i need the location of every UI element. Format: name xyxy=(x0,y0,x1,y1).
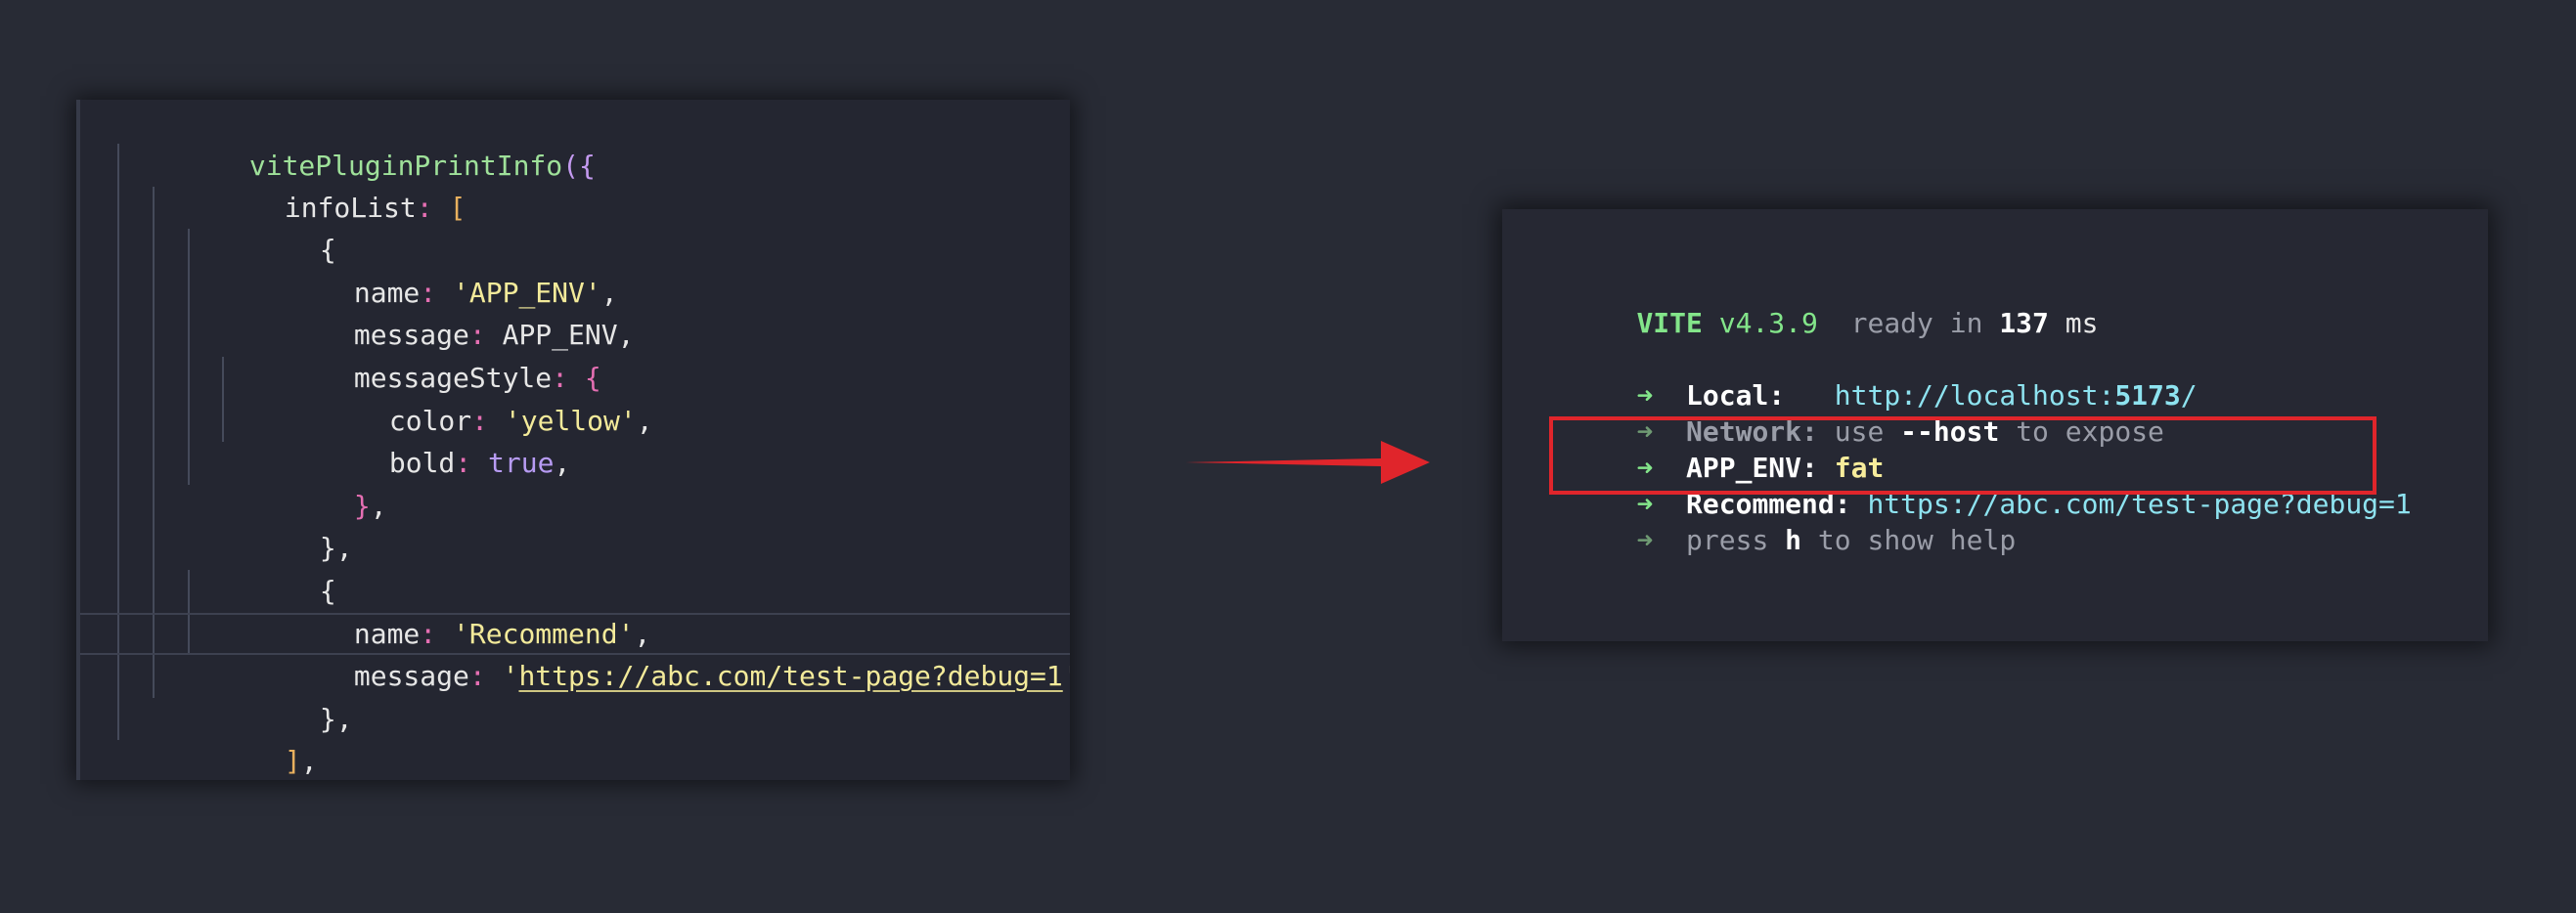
code-line-4: name: 'APP_ENV', xyxy=(80,229,1070,309)
help-press: press xyxy=(1686,524,1769,556)
indent-guide xyxy=(117,356,119,400)
code-line-5: message: APP_ENV, xyxy=(80,271,1070,351)
indent-guide xyxy=(117,527,119,570)
indent-guide xyxy=(117,229,119,272)
code-line-6: messageStyle: { xyxy=(80,314,1070,394)
indent-guide xyxy=(188,356,190,400)
code-editor-panel: vitePluginPrintInfo({ infoList: [ { name… xyxy=(76,100,1070,780)
vite-brand: VITE xyxy=(1636,307,1703,339)
right-arrow-icon xyxy=(1185,441,1430,484)
code-line-11: { xyxy=(80,527,1070,607)
indent-guide xyxy=(153,399,155,443)
indent-guide xyxy=(117,614,119,654)
indent-guide xyxy=(117,697,119,741)
code-line-7: color: 'yellow', xyxy=(80,356,1070,437)
code-line-8: bold: true, xyxy=(80,399,1070,479)
ready-text: ready in xyxy=(1850,307,1983,339)
indent-guide xyxy=(222,356,224,400)
help-key: h xyxy=(1785,524,1802,556)
indent-guide xyxy=(188,569,190,613)
indent-guide xyxy=(153,527,155,570)
indent-guide xyxy=(117,569,119,613)
indent-guide xyxy=(153,271,155,315)
indent-guide xyxy=(153,314,155,357)
help-line: ➜ press h to show help xyxy=(1571,488,2016,593)
code-line-13-active[interactable]: message: 'https://abc.com/test-page?debu… xyxy=(80,612,1070,692)
indent-guide xyxy=(153,356,155,400)
indent-guide xyxy=(188,442,190,485)
code-line-10: }, xyxy=(80,484,1070,564)
indent-guide xyxy=(188,229,190,272)
vite-version: v4.3.9 xyxy=(1718,307,1818,339)
highlight-box xyxy=(1549,416,2376,495)
indent-guide xyxy=(188,399,190,443)
code-line-1: vitePluginPrintInfo({ xyxy=(80,100,1070,182)
arrow-icon: ➜ xyxy=(1636,524,1654,556)
code-lines: vitePluginPrintInfo({ infoList: [ { name… xyxy=(80,100,1070,780)
indent-guide xyxy=(188,271,190,315)
help-rest: to show help xyxy=(1817,524,2017,556)
indent-guide xyxy=(188,314,190,357)
indent-guide xyxy=(117,314,119,357)
indent-guide xyxy=(222,399,224,443)
indent-guide xyxy=(117,442,119,485)
indent-guide xyxy=(117,655,119,698)
indent-guide xyxy=(117,186,119,230)
indent-guide xyxy=(117,399,119,443)
indent-guide xyxy=(188,614,190,654)
code-line-15: ], xyxy=(80,697,1070,777)
code-line-16: }), xyxy=(80,740,1070,780)
indent-guide xyxy=(153,229,155,272)
code-line-3: { xyxy=(80,186,1070,266)
indent-guide xyxy=(153,186,155,230)
code-line-2: infoList: [ xyxy=(80,144,1070,224)
indent-guide xyxy=(117,484,119,528)
code-line-12: name: 'Recommend', xyxy=(80,569,1070,650)
indent-guide xyxy=(153,484,155,528)
indent-guide xyxy=(153,655,155,698)
indent-guide xyxy=(117,271,119,315)
indent-guide xyxy=(117,144,119,187)
code-line-14: }, xyxy=(80,655,1070,735)
local-url-suffix: / xyxy=(2180,379,2198,412)
indent-guide xyxy=(153,569,155,613)
code-line-9: }, xyxy=(80,442,1070,522)
indent-guide xyxy=(153,442,155,485)
ready-ms-unit: ms xyxy=(2065,307,2099,339)
ready-ms-value: 137 xyxy=(1999,307,2049,339)
indent-guide xyxy=(153,614,155,654)
